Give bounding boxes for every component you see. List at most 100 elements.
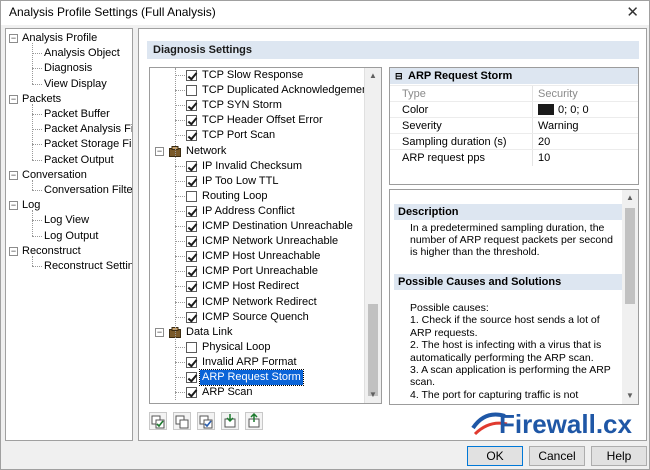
checkbox-checked-icon[interactable] — [186, 205, 197, 217]
scroll-down-icon[interactable]: ▼ — [369, 390, 377, 399]
scroll-thumb[interactable] — [625, 208, 635, 304]
nav-item-label: Conversation Filter — [44, 184, 133, 196]
check-item-label: ICMP Network Redirect — [202, 295, 317, 308]
causes-line: automatically performing the ARP scan. — [410, 351, 594, 364]
property-key: Type — [402, 88, 426, 100]
checkbox-unchecked-icon[interactable] — [186, 85, 197, 97]
nav-item-label: Reconstruct Setting — [44, 260, 133, 272]
ok-button[interactable]: OK — [467, 446, 523, 466]
property-row[interactable]: Severity Warning — [390, 117, 638, 134]
causes-line: ARP requests. — [410, 326, 478, 339]
collapse-icon[interactable]: − — [9, 170, 18, 180]
property-row[interactable]: ARP request pps 10 — [390, 149, 638, 166]
property-grid: ⊟ ARP Request Storm Type Security Color 0; … — [389, 67, 639, 185]
close-icon[interactable]: ✕ — [626, 3, 639, 21]
checkbox-checked-icon[interactable] — [186, 296, 197, 308]
nav-item-label: Log View — [44, 214, 90, 227]
checkbox-checked-icon[interactable] — [186, 356, 197, 368]
property-value[interactable]: 10 — [538, 150, 550, 166]
collapse-icon[interactable]: − — [9, 246, 18, 256]
property-row[interactable]: Type Security — [390, 85, 638, 102]
checkbox-checked-icon[interactable] — [186, 175, 197, 187]
reset-default-button[interactable] — [197, 412, 215, 430]
scroll-up-icon[interactable]: ▲ — [369, 71, 377, 80]
section-title: Diagnosis Settings — [147, 41, 639, 59]
firewall-cx-watermark: Firewall.cx — [469, 406, 647, 440]
property-key: ARP request pps — [402, 152, 485, 164]
scroll-up-icon[interactable]: ▲ — [626, 193, 634, 202]
property-grid-title: ⊟ ARP Request Storm — [390, 68, 638, 84]
collapse-icon[interactable]: − — [9, 94, 18, 104]
check-item-label: TCP Header Offset Error — [202, 114, 323, 127]
checkbox-checked-icon[interactable] — [186, 70, 197, 81]
color-swatch[interactable] — [538, 104, 554, 115]
check-item-label: IP Invalid Checksum — [202, 159, 303, 172]
check-all-button[interactable] — [149, 412, 167, 430]
check-item-label: Routing Loop — [202, 189, 268, 202]
causes-line: Possible causes: — [410, 302, 489, 314]
check-all-icon — [151, 415, 165, 429]
property-value[interactable]: Warning — [538, 118, 579, 134]
collapse-icon[interactable]: − — [9, 34, 18, 43]
nav-item-label: View Display — [44, 77, 107, 90]
check-item-label: Physical Loop — [202, 340, 271, 353]
scroll-thumb[interactable] — [368, 304, 378, 396]
checkbox-unchecked-icon[interactable] — [186, 341, 197, 353]
check-item-label: ICMP Network Unreachable — [202, 235, 339, 248]
check-item-label: ICMP Host Unreachable — [202, 250, 321, 263]
property-key: Color — [402, 104, 429, 116]
description-heading: Description — [394, 204, 622, 220]
help-button[interactable]: Help — [591, 446, 647, 466]
description-scrollbar[interactable]: ▲ ▼ — [622, 190, 638, 404]
dialog-window: Analysis Profile Settings (Full Analysis… — [0, 0, 650, 470]
scroll-down-icon[interactable]: ▼ — [626, 391, 634, 400]
causes-line: 2. The host is infecting with a virus th… — [410, 339, 602, 352]
nav-item-label: Packet Storage Filte — [44, 138, 132, 151]
check-item-label: ICMP Host Redirect — [202, 280, 299, 293]
description-panel: Description In a predetermined sampling … — [389, 189, 639, 405]
check-item-label: TCP SYN Storm — [202, 99, 282, 112]
nav-group-label: Packets — [22, 92, 62, 105]
checklist-scrollbar[interactable]: ▲ ▼ — [364, 68, 381, 403]
import-icon — [224, 414, 236, 428]
property-value[interactable]: 0; 0; 0 — [538, 102, 589, 118]
checkbox-checked-icon[interactable] — [186, 281, 197, 293]
collapse-icon[interactable]: − — [155, 327, 164, 337]
uncheck-all-icon — [175, 415, 189, 429]
checkbox-checked-icon[interactable] — [186, 311, 197, 323]
property-value[interactable]: 20 — [538, 134, 550, 150]
watermark-text: Firewall.cx — [499, 409, 632, 439]
checkbox-checked-icon[interactable] — [186, 130, 197, 142]
uncheck-all-button[interactable] — [173, 412, 191, 430]
collapse-icon[interactable]: ⊟ — [395, 68, 403, 84]
checkbox-checked-icon[interactable] — [186, 372, 197, 383]
checkbox-checked-icon[interactable] — [186, 100, 197, 112]
property-row[interactable]: Color 0; 0; 0 — [390, 101, 638, 118]
description-line: In a predetermined sampling duration, th… — [410, 222, 605, 234]
export-button[interactable] — [245, 412, 263, 430]
check-item-label: ICMP Port Unreachable — [202, 265, 318, 278]
title-bar: Analysis Profile Settings (Full Analysis… — [1, 1, 649, 25]
collapse-icon[interactable]: − — [155, 146, 164, 156]
checkbox-checked-icon[interactable] — [186, 266, 197, 278]
checkbox-checked-icon[interactable] — [186, 236, 197, 248]
import-button[interactable] — [221, 412, 239, 430]
checkbox-checked-icon[interactable] — [186, 387, 197, 399]
causes-line: 1. Check if the source host sends a lot … — [410, 314, 600, 327]
property-row[interactable]: Sampling duration (s) 20 — [390, 133, 638, 150]
checkbox-checked-icon[interactable] — [186, 221, 197, 232]
property-value[interactable]: Security — [538, 86, 578, 102]
nav-group-label: Reconstruct — [22, 244, 81, 257]
check-item-label: TCP Slow Response — [202, 69, 304, 81]
cancel-button[interactable]: Cancel — [529, 446, 585, 466]
collapse-icon[interactable]: − — [9, 201, 18, 211]
checkbox-checked-icon[interactable] — [186, 251, 197, 263]
checkbox-unchecked-icon[interactable] — [186, 190, 197, 202]
nav-item-label: Packet Output — [44, 153, 114, 166]
checkbox-checked-icon[interactable] — [186, 160, 197, 172]
causes-heading: Possible Causes and Solutions — [394, 274, 622, 290]
category-label: Network — [186, 144, 227, 157]
export-icon — [248, 412, 260, 428]
checkbox-checked-icon[interactable] — [186, 115, 197, 127]
property-key: Sampling duration (s) — [402, 136, 507, 148]
